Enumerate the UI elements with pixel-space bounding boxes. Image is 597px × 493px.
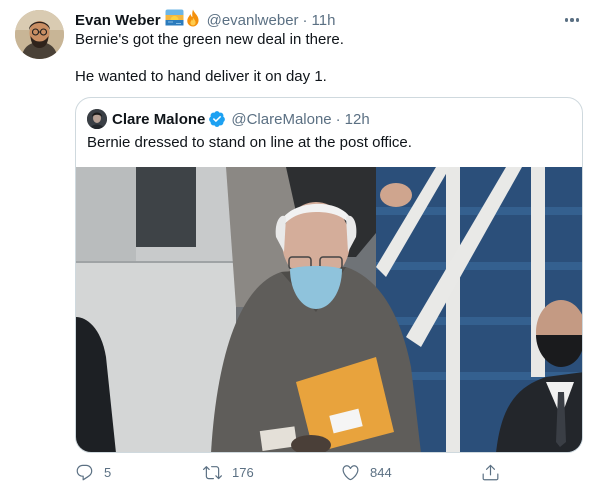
quoted-tweet-photo[interactable]: [76, 167, 582, 452]
retweet-count: 176: [232, 464, 254, 480]
avatar-portrait: [15, 10, 64, 59]
tweet[interactable]: Evan Weber @evanlweber · 11h Bernie's go…: [0, 0, 597, 493]
tweet-header: Evan Weber @evanlweber · 11h: [75, 9, 336, 32]
quoted-avatar: [87, 109, 107, 129]
quoted-tweet-header: Clare Malone @ClareMalone · 12h: [87, 109, 370, 129]
tweet-text-line-2: He wanted to hand deliver it on day 1.: [75, 68, 327, 85]
avatar[interactable]: [15, 10, 64, 59]
tweet-text-line-1: Bernie's got the green new deal in there…: [75, 31, 344, 48]
separator-dot: ·: [302, 11, 308, 29]
quoted-author-handle[interactable]: @ClareMalone: [231, 111, 331, 128]
like-button[interactable]: 844: [341, 460, 392, 484]
quoted-separator-dot: ·: [335, 110, 341, 128]
reply-button[interactable]: 5: [75, 460, 111, 484]
like-count: 844: [370, 464, 392, 480]
retweet-button[interactable]: 176: [203, 460, 254, 484]
more-options-icon[interactable]: [560, 10, 584, 30]
verified-badge-icon: [208, 110, 226, 128]
quoted-tweet-text: Bernie dressed to stand on line at the p…: [87, 134, 412, 151]
tweet-actions: 5 176 844: [0, 460, 597, 484]
quoted-timestamp[interactable]: 12h: [345, 111, 370, 128]
quoted-author-name[interactable]: Clare Malone: [112, 111, 205, 128]
share-icon: [481, 463, 500, 482]
author-handle[interactable]: @evanlweber: [207, 12, 299, 29]
photo-illustration: [76, 167, 582, 452]
share-button[interactable]: [481, 460, 500, 484]
fire-emoji-icon: [185, 9, 201, 32]
retweet-icon: [203, 463, 222, 482]
reply-count: 5: [104, 464, 112, 480]
author-name[interactable]: Evan Weber: [75, 12, 161, 29]
sunrise-over-water-emoji-icon: [165, 9, 184, 31]
timestamp[interactable]: 11h: [312, 12, 336, 29]
heart-icon: [341, 463, 360, 482]
quoted-tweet[interactable]: Clare Malone @ClareMalone · 12h Bernie d…: [75, 97, 583, 453]
reply-icon: [75, 463, 94, 482]
